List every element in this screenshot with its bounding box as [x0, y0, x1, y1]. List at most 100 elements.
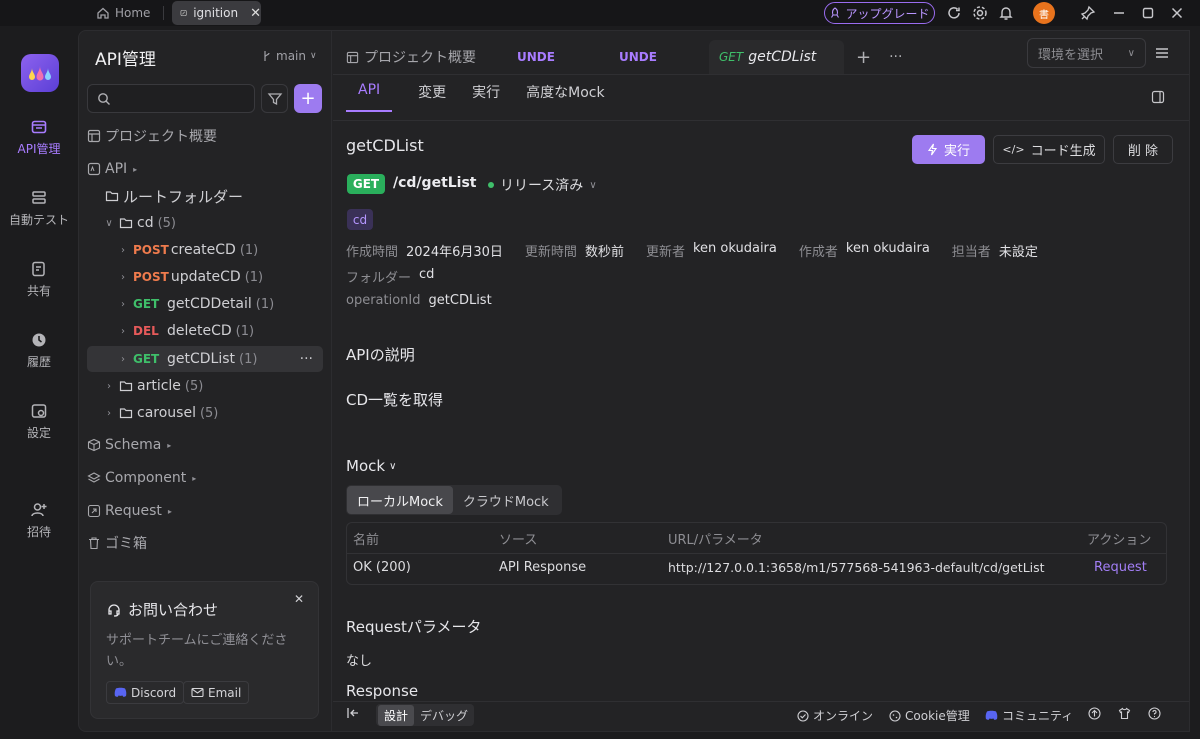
author-value: ken okudaira	[845, 241, 930, 256]
folder-icon	[119, 381, 133, 392]
tab-undefined-1[interactable]: UNDE	[507, 40, 609, 74]
mock-row-url[interactable]: http://127.0.0.1:3658/m1/577568-541963-d…	[668, 560, 1045, 575]
status-selector[interactable]: リリース済み ∨	[488, 175, 597, 195]
minimize-icon[interactable]	[1110, 4, 1128, 22]
request-icon	[87, 504, 101, 518]
check-circle-icon	[797, 709, 809, 722]
tab-undefined-2[interactable]: UNDE	[609, 40, 709, 74]
project-tab[interactable]: ignition ✕	[172, 1, 261, 25]
overview-icon	[87, 129, 101, 143]
tree-endpoint[interactable]: › POST createCD (1)	[87, 237, 323, 263]
discord-button[interactable]: Discord	[106, 681, 185, 704]
col-header-action: アクション	[1087, 533, 1152, 548]
subtab-api[interactable]: API	[346, 82, 393, 112]
code-gen-button[interactable]: </> コード生成	[993, 135, 1105, 164]
tab-project-overview[interactable]: プロジェクト概要	[332, 40, 507, 74]
rail-api-management[interactable]: API管理	[0, 118, 78, 157]
tree-folder-carousel[interactable]: › carousel (5)	[87, 400, 323, 426]
home-tab[interactable]: Home	[96, 2, 150, 24]
add-user-icon	[31, 503, 47, 517]
mock-request-link[interactable]: Request	[1094, 560, 1147, 575]
delete-button[interactable]: 削 除	[1113, 135, 1173, 164]
bell-icon[interactable]	[997, 4, 1015, 22]
search-input[interactable]	[87, 84, 255, 113]
refresh-icon[interactable]	[945, 4, 963, 22]
rail-history[interactable]: 履歴	[0, 331, 78, 370]
tree-request[interactable]: Request ▸	[87, 498, 323, 524]
add-button[interactable]: +	[294, 84, 322, 113]
tree-folder-article[interactable]: › article (5)	[87, 373, 323, 399]
tree-api-section[interactable]: API ▸	[87, 156, 323, 182]
sub-tabs: API 変更 実行 高度なMock	[346, 82, 605, 112]
lightning-icon	[927, 143, 938, 156]
cube-icon	[87, 438, 101, 452]
close-icon[interactable]: ✕	[294, 592, 304, 606]
subtab-run[interactable]: 実行	[472, 82, 500, 112]
caret-icon: ▸	[192, 473, 197, 483]
panel-toggle-icon[interactable]	[1151, 90, 1165, 104]
table-divider	[347, 553, 1166, 554]
tree-root-folder[interactable]: ルートフォルダー	[87, 183, 323, 209]
tree-endpoint[interactable]: › GET getCDDetail (1)	[87, 291, 323, 317]
request-params-value: なし	[346, 654, 373, 669]
chevron-right-icon: ›	[121, 271, 125, 283]
tree-endpoint[interactable]: › POST updateCD (1)	[87, 264, 323, 290]
email-button[interactable]: Email	[183, 681, 250, 704]
chevron-right-icon: ›	[121, 298, 125, 310]
subtab-advanced-mock[interactable]: 高度なMock	[526, 82, 604, 112]
collapse-sidebar-icon[interactable]	[346, 707, 360, 719]
settings-icon	[31, 404, 47, 418]
tabs-divider	[333, 74, 1189, 75]
api-badge-icon	[87, 162, 101, 176]
branch-icon	[264, 51, 270, 61]
rail-settings[interactable]: 設定	[0, 402, 78, 441]
shirt-icon[interactable]	[1118, 707, 1131, 720]
new-tab-button[interactable]: +	[844, 40, 883, 74]
chevron-down-icon: ∨	[309, 51, 317, 61]
tab-getcdlist[interactable]: GET getCDList	[709, 40, 844, 74]
rail-auto-test[interactable]: 自動テスト	[0, 189, 78, 228]
history-icon	[32, 333, 46, 347]
mock-tabs: ローカルMock クラウドMock	[346, 485, 562, 515]
run-button[interactable]: 実行	[912, 135, 985, 164]
gear-icon[interactable]	[971, 4, 989, 22]
avatar[interactable]: 書	[1033, 2, 1055, 24]
more-icon[interactable]: ···	[300, 351, 313, 367]
help-icon[interactable]	[1148, 707, 1161, 720]
pin-icon[interactable]	[1079, 4, 1097, 22]
tree-component[interactable]: Component ▸	[87, 465, 323, 491]
cookie-manager[interactable]: Cookie管理	[889, 707, 970, 724]
online-status[interactable]: オンライン	[797, 707, 873, 724]
filter-button[interactable]	[261, 84, 288, 113]
request-params-title: Requestパラメータ	[346, 618, 482, 636]
tree-trash[interactable]: ゴミ箱	[87, 530, 323, 556]
close-tab-icon[interactable]: ✕	[250, 6, 261, 21]
caret-icon: ▸	[167, 506, 172, 516]
design-mode-button[interactable]: 設計	[378, 704, 414, 726]
tree-schema[interactable]: Schema ▸	[87, 432, 323, 458]
updater-value: ken okudaira	[692, 241, 777, 256]
tree-project-overview[interactable]: プロジェクト概要	[87, 123, 323, 149]
maximize-icon[interactable]	[1139, 4, 1157, 22]
debug-mode-button[interactable]: デバッグ	[414, 707, 474, 724]
rail-invite[interactable]: 招待	[0, 501, 78, 540]
upload-icon[interactable]	[1088, 707, 1101, 720]
tab-local-mock[interactable]: ローカルMock	[347, 486, 453, 514]
menu-button[interactable]	[1150, 40, 1174, 66]
tree-endpoint[interactable]: › DEL deleteCD (1)	[87, 318, 323, 344]
rail-share[interactable]: 共有	[0, 260, 78, 299]
folder-value: cd	[419, 267, 435, 282]
environment-select[interactable]: 環境を選択 ∨	[1027, 38, 1146, 68]
tree-folder-cd[interactable]: ∨ cd (5)	[87, 210, 323, 236]
tab-cloud-mock[interactable]: クラウドMock	[453, 486, 559, 514]
branch-selector[interactable]: main ∨	[262, 49, 317, 63]
response-title: Response	[346, 682, 419, 700]
upgrade-button[interactable]: アップグレード	[824, 2, 935, 24]
subtab-changes[interactable]: 変更	[418, 82, 446, 112]
community-link[interactable]: コミュニティ	[985, 707, 1073, 724]
tree-endpoint-selected[interactable]: › GET getCDList (1) ···	[87, 346, 323, 372]
mock-section-toggle[interactable]: Mock ∨	[346, 457, 396, 475]
close-window-icon[interactable]	[1168, 4, 1186, 22]
discord-icon	[114, 687, 127, 697]
more-tabs-button[interactable]: ···	[883, 40, 908, 74]
